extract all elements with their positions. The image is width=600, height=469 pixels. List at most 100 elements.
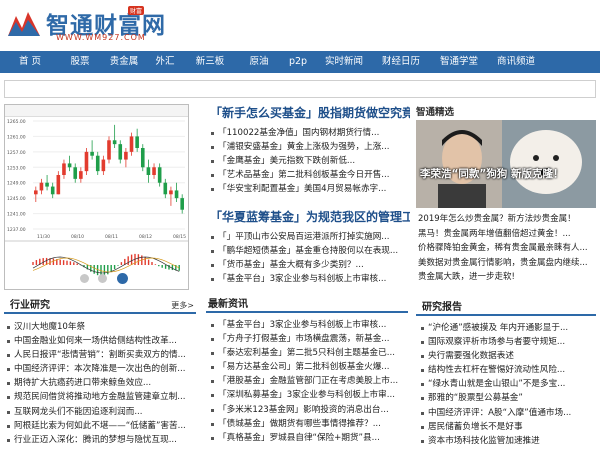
research-item[interactable]: 阿根廷比索为何如此不堪——“低储蓄”害苦... — [4, 419, 196, 433]
y-tick-label: 1249.00 — [7, 181, 26, 187]
news-item[interactable]: 「浦银安盛基金」黄金上涨极为强势，上涨... — [208, 140, 408, 154]
logo-badge: 财富 — [128, 6, 145, 15]
candle-body — [152, 167, 156, 175]
report-item[interactable]: 央行需要强化数据表述 — [418, 349, 598, 363]
candle-body — [101, 159, 106, 172]
research-item[interactable]: 汉川大地魔10年祭 — [4, 320, 196, 334]
picks-list: 2019年怎么炒贵金属？新方法炒贵金属！ 黑马！贵金属两年增值翻倍超过黄金！...… — [418, 212, 598, 285]
report-item[interactable]: 资本市场科技化监管加速推进 — [418, 434, 598, 448]
carousel-dot[interactable] — [80, 274, 89, 283]
picks-item[interactable]: 贵金属大跌，进一步走软! — [418, 270, 598, 285]
candle-body — [124, 151, 128, 160]
report-item[interactable]: 中国经济评评：A股“入摩”值通市场... — [418, 406, 598, 420]
candle-body — [169, 190, 173, 195]
research-item[interactable]: 中国经济评评：本次降准是一次出色的创新... — [4, 362, 196, 376]
news-item[interactable]: 「金鹰基金」美元指数下跌创新低... — [208, 154, 408, 168]
news-item[interactable]: 「鹏华超短债基金」基金重仓持股何以在表现... — [208, 244, 408, 258]
news-item[interactable]: 「110022基金净值」国内钢材期货行情... — [208, 126, 408, 140]
picks-item[interactable]: 美数据对贵金属行情影响，贵金属盘内继续... — [418, 256, 598, 271]
nav-item[interactable]: 实时新闻 — [316, 51, 372, 73]
candle-body — [45, 182, 49, 187]
nav-item[interactable]: 首 页 — [0, 51, 60, 73]
research-list: “沪伦通”感被摸及 年内开通影显于... 国际观察评析市场参与者要守规矩... 央行… — [418, 321, 598, 448]
candle-body — [129, 136, 134, 152]
nav-item[interactable]: 新三板 — [182, 51, 238, 73]
picks-item[interactable]: 2019年怎么炒贵金属？新方法炒贵金属！ — [418, 212, 598, 227]
candle-body — [73, 167, 78, 179]
candle-body — [118, 144, 123, 160]
candle-body — [95, 155, 100, 172]
report-item[interactable]: 国际观察评析市场参与者要守规矩... — [418, 335, 598, 349]
candlestick-chart: 1265.00 1261.00 1257.00 1253.00 1249.00 1245.… — [5, 119, 188, 276]
logo-icon[interactable] — [6, 8, 42, 38]
nav-item[interactable]: 财经日历 — [372, 51, 430, 73]
news-item[interactable]: 「华安宝利配置基金」美国4月贸易帐赤字... — [208, 182, 408, 196]
carousel-dot-active[interactable] — [117, 273, 128, 284]
report-item[interactable]: “绿水青山就是金山银山”不是多宝... — [418, 377, 598, 391]
report-item[interactable]: 结构性去杠杆在警惕好流动性风险... — [418, 363, 598, 377]
candle-body — [163, 182, 168, 195]
featured-photo-image — [416, 120, 596, 208]
news-list-1: 「110022基金净值」国内钢材期货行情... 「浦银安盛基金」黄金上涨极为强势，… — [208, 126, 408, 196]
picks-item[interactable]: 价格骤降铂金黄金，稀有贵金属最亲睐有人... — [418, 241, 598, 256]
nav-item[interactable]: 商讯频道 — [488, 51, 544, 73]
search-bar[interactable] — [4, 80, 596, 98]
carousel-dot[interactable] — [98, 274, 107, 283]
y-tick-label: 1257.00 — [7, 150, 26, 156]
news-item[interactable]: 「深圳私募基金」3家企业参与科创板上市审... — [208, 388, 408, 402]
featured-photo-caption[interactable]: 李荣浩“同款”狗狗 新版克隆！ — [420, 166, 596, 181]
news-item[interactable]: 「易方达基金公司」第二批科创板基金火爆... — [208, 360, 408, 374]
candle-body — [135, 136, 139, 148]
candle-body — [112, 140, 117, 145]
industry-more-link[interactable]: 更多> — [171, 298, 194, 314]
picks-item[interactable]: 黑马！贵金属两年增值翻倍超过黄金！... — [418, 227, 598, 242]
y-tick-label: 1237.00 — [7, 227, 26, 233]
latest-news-list: 「基金平台」3家企业参与科创板上市审核... 「方舟子打假基金」市场横盘震荡，新基… — [208, 318, 408, 445]
news-item[interactable]: 「货币基金」基金大概有多少类别？... — [208, 258, 408, 272]
news-item[interactable]: 「泰达宏利基金」第二批5只科创主题基金已... — [208, 346, 408, 360]
research-item[interactable]: 规范民间借贷将推动地方金融监管建章立制... — [4, 390, 196, 404]
picks-title: 智通精选 — [416, 107, 455, 118]
chart-toolbar[interactable] — [5, 105, 188, 117]
nav-item[interactable]: 贵金属 — [100, 51, 148, 73]
headline-1[interactable]: 「新手怎么买基金」股指期货做空究竟是... — [210, 104, 410, 121]
research-item[interactable]: 期待扩大抗癌药进口带来鲸鱼效应... — [4, 376, 196, 390]
research-title: 研究报告 — [422, 302, 462, 313]
site-header: 智通财富网 财富 WWW.WM927.COM — [0, 0, 600, 50]
research-item[interactable]: 互联网龙头们不能因追逐利润而... — [4, 405, 196, 419]
nav-item[interactable]: 原油 — [238, 51, 280, 73]
news-item[interactable]: 「债城基金」做期货有哪些事情得推荐？... — [208, 417, 408, 431]
carousel-dots[interactable] — [0, 266, 193, 290]
news-item[interactable]: 「」平顶山市公安局百运港派所打掉实施网... — [208, 230, 408, 244]
news-item[interactable]: 「基金平台」3家企业参与科创板上市审核... — [208, 272, 408, 286]
news-item[interactable]: 「港股基金」金融监管部门正在考虑美股上市... — [208, 374, 408, 388]
news-item[interactable]: 「真格基金」罗城县自律“保险+期货”县... — [208, 431, 408, 445]
x-tick-label: 08/12 — [139, 234, 152, 240]
candle-body — [67, 163, 72, 168]
research-item[interactable]: 人民日报评“悲情营销”：割断买卖双方的情... — [4, 348, 196, 362]
featured-photo[interactable] — [416, 120, 596, 208]
headline-2[interactable]: 「华夏蓝筹基金」为规范我区的管理工作... — [210, 208, 410, 225]
nav-item[interactable]: p2p — [280, 51, 316, 73]
latest-news-title: 最新资讯 — [208, 299, 248, 310]
news-item[interactable]: 「基金平台」3家企业参与科创板上市审核... — [208, 318, 408, 332]
candle-body — [62, 163, 66, 175]
nav-item[interactable]: 外汇 — [148, 51, 182, 73]
candle-body — [50, 186, 55, 195]
report-item[interactable]: “沪伦通”感被摸及 年内开通影显于... — [418, 321, 598, 335]
main-nav: 首 页股票 贵金属 外汇 新三板 原油 p2p 实时新闻 财经日历 智通学堂 商讯频道 — [0, 51, 600, 73]
research-item[interactable]: 中国金融业如何来一场供给侧结构性改革... — [4, 334, 196, 348]
news-item[interactable]: 「艺术品基金」第二批科创板基金今日开售... — [208, 168, 408, 182]
latest-news-header: 最新资讯 — [206, 297, 408, 313]
news-item[interactable]: 「多米米123基金网」影响投资的消息出台... — [208, 403, 408, 417]
research-header: 研究报告 — [416, 300, 596, 316]
gold-price-chart[interactable]: 1265.00 1261.00 1257.00 1253.00 1249.00 1245.… — [4, 104, 189, 290]
candle-body — [39, 182, 44, 191]
nav-item[interactable]: 股票 — [60, 51, 100, 73]
news-item[interactable]: 「方舟子打假基金」市场横盘震荡，新基金... — [208, 332, 408, 346]
report-item[interactable]: 那雅的“股票型公募基金” — [418, 391, 598, 405]
nav-item[interactable]: 智通学堂 — [430, 51, 488, 73]
research-item[interactable]: 行业正迈入深化：腾讯的梦想与隐忧互现... — [4, 433, 196, 447]
logo-url: WWW.WM927.COM — [56, 33, 146, 42]
report-item[interactable]: 居民储蓄负增长不是好事 — [418, 420, 598, 434]
